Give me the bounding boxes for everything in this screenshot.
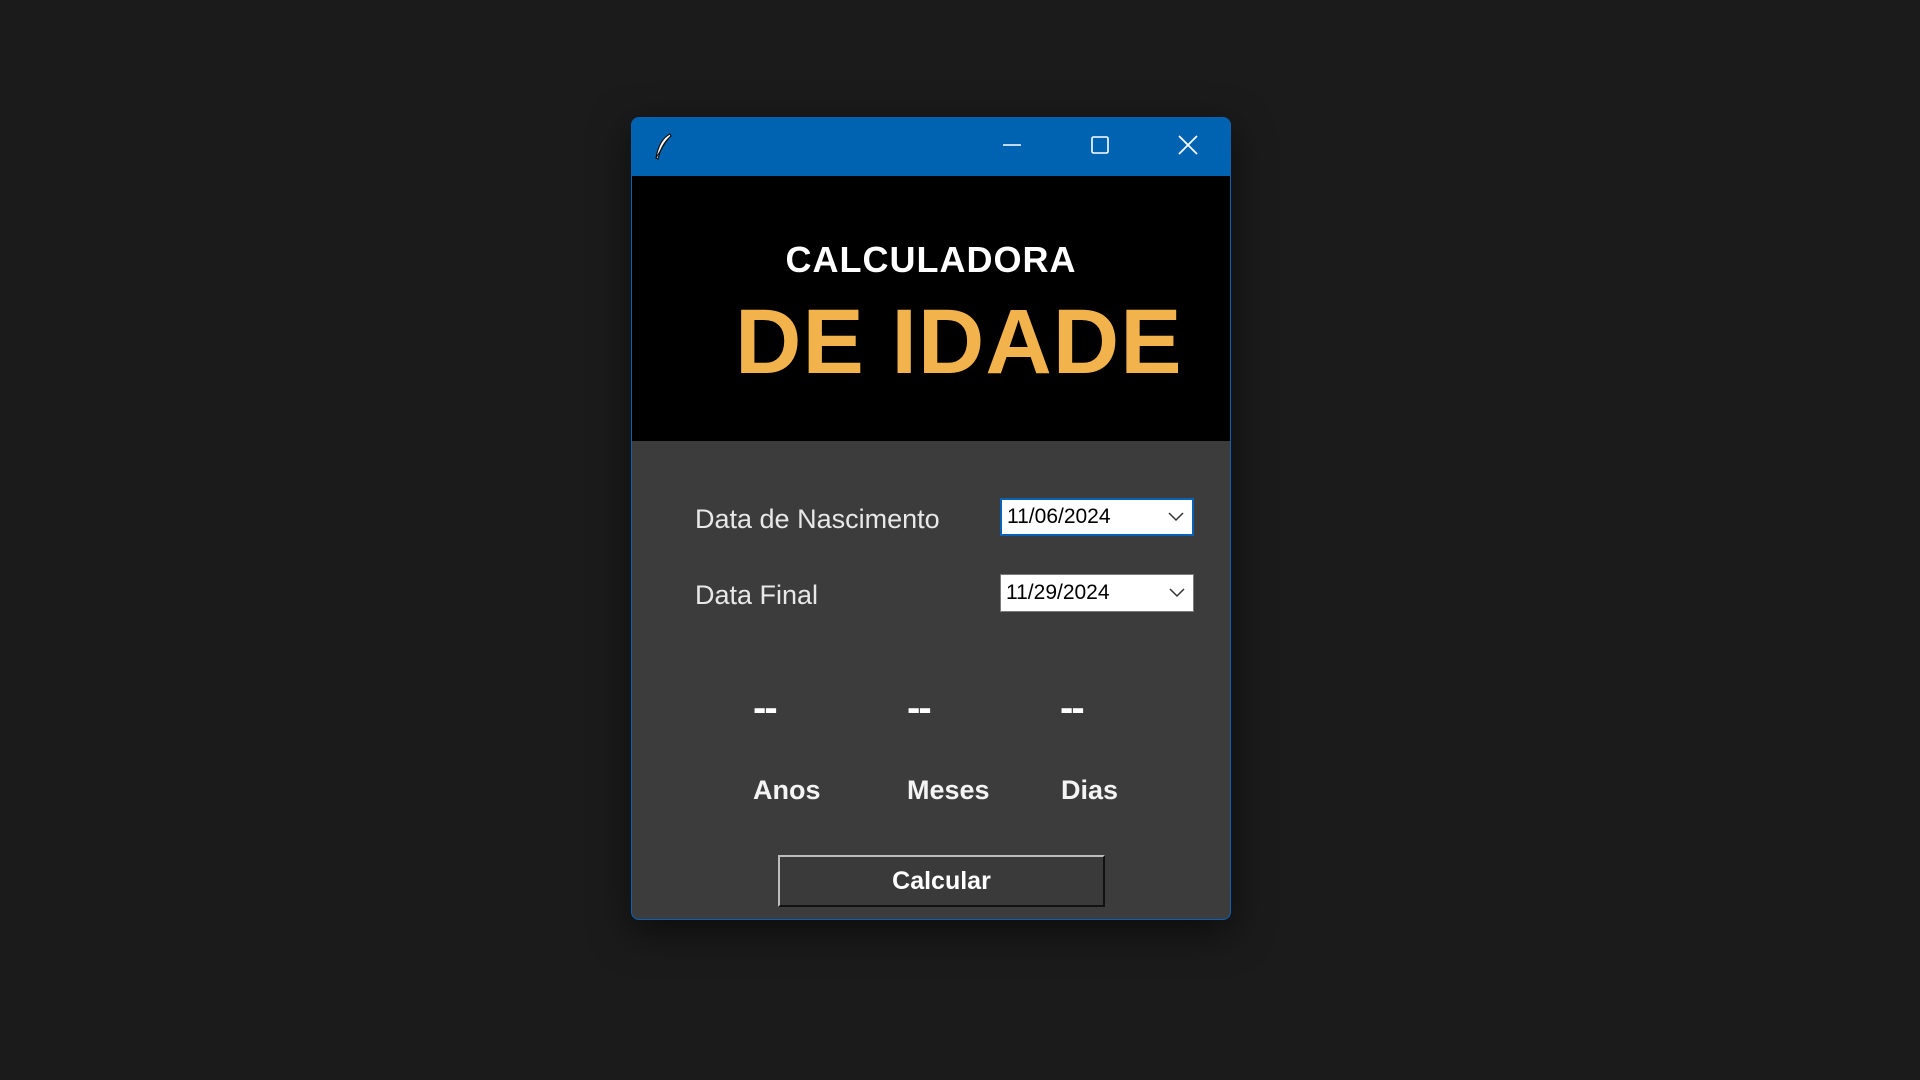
chevron-down-icon[interactable] — [1160, 500, 1192, 534]
months-label: Meses — [907, 775, 990, 805]
birth-date-label: Data de Nascimento — [695, 504, 940, 534]
title-de-idade: DE IDADE — [735, 291, 1183, 393]
feather-icon — [652, 132, 676, 162]
years-value: -- — [753, 686, 778, 730]
calculate-button[interactable]: Calcular — [778, 855, 1105, 907]
close-icon — [1177, 134, 1199, 161]
days-label: Dias — [1061, 775, 1119, 805]
chevron-down-icon[interactable] — [1161, 575, 1193, 611]
birth-date-picker[interactable]: 11/06/2024 — [1000, 498, 1194, 536]
minimize-button[interactable] — [968, 118, 1056, 176]
minimize-icon — [1002, 135, 1022, 160]
title-bar[interactable] — [632, 118, 1230, 176]
close-button[interactable] — [1144, 118, 1230, 176]
final-date-picker[interactable]: 11/29/2024 — [1000, 574, 1194, 612]
maximize-button[interactable] — [1056, 118, 1144, 176]
final-date-value[interactable]: 11/29/2024 — [1001, 581, 1161, 605]
maximize-icon — [1090, 135, 1110, 160]
months-value: -- — [907, 686, 932, 730]
title-calculadora: CALCULADORA — [785, 239, 1077, 280]
birth-date-value[interactable]: 11/06/2024 — [1002, 505, 1160, 529]
years-label: Anos — [753, 775, 821, 805]
header-banner: CALCULADORA DE IDADE — [632, 176, 1230, 441]
final-date-label: Data Final — [695, 580, 819, 610]
days-value: -- — [1060, 686, 1085, 730]
app-window: CALCULADORA DE IDADE Data de Nascimento … — [631, 117, 1231, 920]
